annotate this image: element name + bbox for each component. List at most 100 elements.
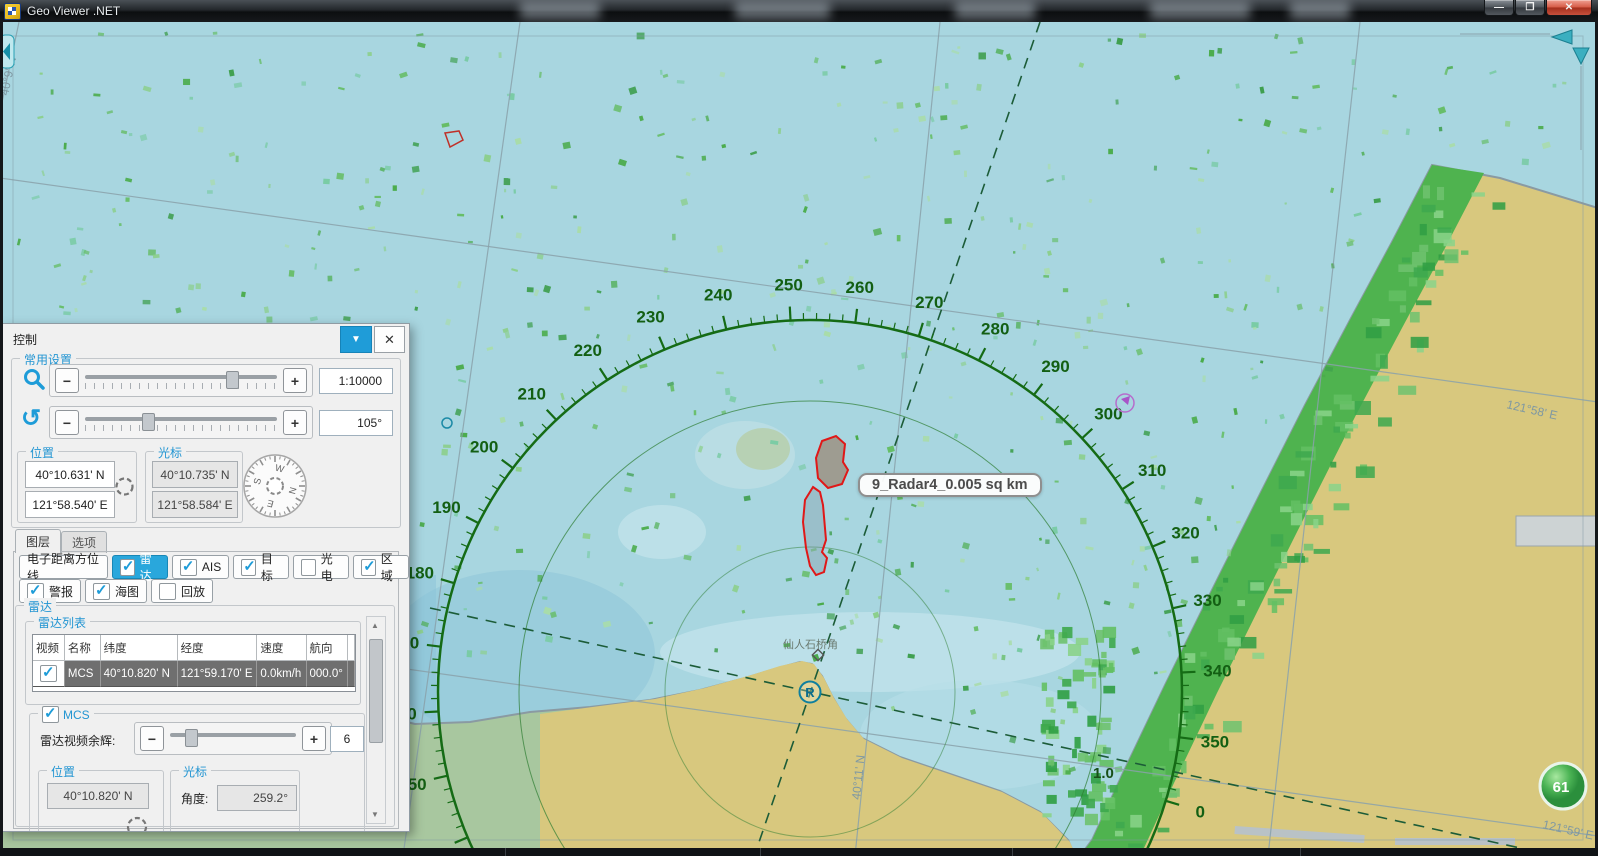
rotation-slider-track[interactable] [83, 412, 279, 434]
panel-titlebar[interactable]: 控制 ▼ ✕ [3, 324, 409, 352]
scroll-thumb[interactable] [369, 639, 383, 743]
svg-text:220: 220 [574, 341, 602, 360]
center-position-icon[interactable] [125, 815, 149, 832]
rotation-minus-button[interactable]: − [55, 410, 79, 435]
afterglow-slider-track[interactable] [168, 728, 298, 750]
svg-text:190: 190 [432, 498, 460, 517]
minimize-button[interactable]: — [1484, 0, 1514, 16]
layer-toggle-target[interactable]: 目标 [233, 555, 289, 579]
mcs-group: MCS 雷达视频余辉: − + 6 位置 40°10.820' N 光标 [29, 713, 365, 832]
svg-text:200: 200 [470, 437, 498, 456]
window-border-left [0, 22, 3, 848]
mcs-position-group: 位置 40°10.820' N [38, 770, 164, 832]
restore-button[interactable]: ❐ [1515, 0, 1545, 16]
layer-toggle-photoelectric[interactable]: 光电 [293, 555, 349, 579]
cursor-lat-field: 40°10.735' N [152, 461, 238, 488]
afterglow-slider[interactable]: − + [134, 722, 332, 755]
close-button[interactable]: ✕ [1546, 0, 1592, 16]
radar-table[interactable]: 视频 名称 纬度 经度 速度 航向 MCS 40°10.820' N 121°5… [32, 634, 356, 692]
radar-scrollbar[interactable]: ▲ ▼ [366, 616, 386, 824]
table-header-row: 视频 名称 纬度 经度 速度 航向 [33, 635, 355, 661]
shoal [736, 428, 790, 470]
group-label: 光标 [179, 763, 211, 780]
zoom-plus-button[interactable]: + [283, 368, 307, 393]
rotation-value[interactable]: 105° [319, 410, 393, 436]
group-label: MCS [38, 706, 94, 723]
tab-layers[interactable]: 图层 [15, 529, 61, 553]
afterglow-minus-button[interactable]: − [140, 726, 164, 751]
svg-text:290: 290 [1041, 357, 1069, 376]
angle-value: 259.2° [217, 785, 297, 811]
svg-text:350: 350 [1201, 733, 1229, 752]
afterglow-label: 雷达视频余辉: [40, 732, 115, 749]
svg-text:310: 310 [1138, 461, 1166, 480]
svg-text:240: 240 [704, 285, 732, 304]
cursor-lon-field: 121°58.584' E [152, 491, 238, 518]
checkbox-icon [159, 583, 176, 600]
svg-text:280: 280 [981, 319, 1009, 338]
svg-text:1.0: 1.0 [1093, 765, 1114, 782]
radar-list-group: 雷达列表 视频 名称 纬度 经度 速度 航向 MCS 40°10.820' N … [25, 621, 361, 705]
checkbox-icon [180, 559, 197, 576]
center-position-icon[interactable] [114, 476, 135, 497]
radar-contact[interactable] [816, 436, 848, 488]
afterglow-value[interactable]: 6 [330, 726, 364, 752]
checkbox-icon [27, 583, 44, 600]
app-icon [4, 3, 21, 20]
svg-text:340: 340 [1203, 662, 1231, 681]
scroll-up-arrow[interactable]: ▲ [368, 618, 382, 633]
svg-text:260: 260 [846, 278, 874, 297]
afterglow-plus-button[interactable]: + [302, 726, 326, 751]
scale-value[interactable]: 1:10000 [319, 368, 393, 394]
window-titlebar[interactable]: Geo Viewer .NET — ❐ ✕ [0, 0, 1598, 22]
zoom-slider-track[interactable] [83, 370, 279, 392]
afterglow-slider-thumb[interactable] [185, 729, 198, 747]
layer-toggle-radar[interactable]: 雷达 [112, 555, 168, 579]
position-lon-field[interactable]: 121°58.540' E [25, 491, 115, 518]
cursor-group: 光标 40°10.735' N 121°58.584' E [145, 451, 243, 523]
panel-dropdown-button[interactable]: ▼ [340, 326, 372, 353]
angle-label: 角度: [181, 790, 208, 807]
rotation-plus-button[interactable]: + [283, 410, 307, 435]
group-label: 雷达列表 [34, 614, 90, 631]
mcs-cursor-group: 光标 角度: 259.2° [170, 770, 300, 832]
table-row[interactable]: MCS 40°10.820' N 121°59.170' E 0.0km/h 0… [33, 661, 355, 687]
layer-toggle-area[interactable]: 区域 [353, 555, 409, 579]
layer-toggle-ais[interactable]: AIS [172, 555, 229, 579]
mcs-checkbox[interactable] [42, 706, 59, 723]
panel-title: 控制 [13, 331, 37, 348]
svg-text:R: R [805, 685, 815, 700]
zoom-minus-button[interactable]: − [55, 368, 79, 393]
checkbox-icon [93, 583, 110, 600]
svg-text:300: 300 [1094, 405, 1122, 424]
svg-text:0: 0 [1195, 802, 1204, 821]
zoom-slider[interactable]: − + [49, 364, 313, 397]
checkbox-icon [361, 559, 376, 576]
panel-close-button[interactable]: ✕ [374, 326, 405, 353]
compass-dial[interactable]: NESW [241, 452, 309, 520]
window-title: Geo Viewer .NET [27, 4, 120, 18]
group-label: 雷达 [24, 598, 56, 615]
control-panel[interactable]: 控制 ▼ ✕ 常用设置 − + 1:10000 ↺ − [2, 323, 410, 832]
video-checkbox[interactable] [40, 665, 57, 682]
checkbox-icon [120, 559, 135, 576]
svg-text:250: 250 [774, 276, 802, 295]
group-label: 光标 [154, 444, 186, 461]
svg-text:210: 210 [518, 385, 546, 404]
checkbox-icon [301, 559, 316, 576]
ebl-button[interactable]: 电子距离方位线 [19, 555, 108, 579]
position-lat-field[interactable]: 40°10.631' N [25, 461, 115, 488]
rotation-slider-thumb[interactable] [142, 413, 155, 431]
rotation-slider[interactable]: − + [49, 406, 313, 439]
svg-text:仙人石桥角: 仙人石桥角 [783, 638, 838, 651]
layer-toggle-playback[interactable]: 回放 [151, 579, 213, 603]
mcs-position-lat-field: 40°10.820' N [47, 783, 149, 809]
zoom-slider-thumb[interactable] [226, 371, 239, 389]
shallow-water-patch [660, 612, 1080, 692]
window-border-bottom [0, 848, 1598, 856]
scroll-down-arrow[interactable]: ▼ [368, 807, 382, 822]
position-group: 位置 40°10.631' N 121°58.540' E [17, 451, 137, 523]
layer-toggle-chart[interactable]: 海图 [85, 579, 147, 603]
group-label: 位置 [26, 444, 58, 461]
svg-text:320: 320 [1171, 524, 1199, 543]
